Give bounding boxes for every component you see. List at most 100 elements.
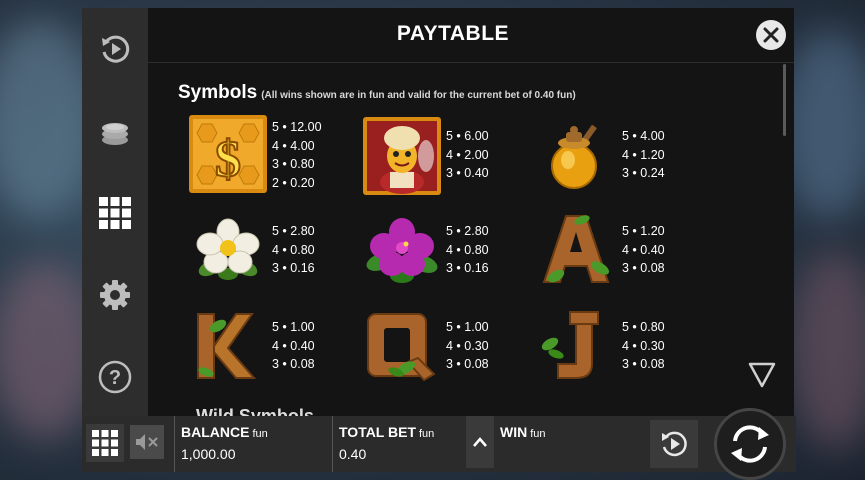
pays-letter-a: 5 • 1.20 4 • 0.40 3 • 0.08 [622, 222, 665, 278]
close-button[interactable] [756, 20, 786, 50]
replay-icon [102, 35, 130, 63]
letter-k-icon [197, 313, 257, 379]
paytable-button[interactable] [96, 194, 134, 232]
bet-settings-button[interactable] [96, 112, 134, 150]
pay-line: 4 • 0.30 [622, 338, 665, 353]
section-title: Symbols (All wins shown are in fun and va… [178, 82, 576, 104]
scroll-down-button[interactable] [748, 362, 776, 393]
pay-line: 4 • 4.00 [272, 138, 315, 153]
letter-a-icon [542, 215, 610, 283]
letter-q-icon [367, 313, 436, 382]
svg-text:$: $ [215, 131, 241, 188]
symbol-letter-q [362, 308, 442, 388]
sidebar: ? [82, 8, 148, 416]
mute-button[interactable] [130, 425, 164, 459]
pays-dollar: 5 • 12.00 4 • 4.00 3 • 0.80 2 • 0.20 [272, 118, 322, 192]
win-label: WIN fun [500, 424, 546, 440]
pay-line: 5 • 1.00 [272, 320, 315, 334]
panel-header: PAYTABLE [148, 8, 794, 63]
autoplay-icon [662, 431, 687, 457]
symbol-white-flower [188, 212, 268, 292]
coins-icon [102, 123, 128, 145]
pay-line: 4 • 0.30 [446, 338, 489, 353]
pay-line: 3 • 0.24 [622, 166, 665, 180]
pay-line: 4 • 0.80 [272, 242, 315, 257]
symbol-purple-flower [362, 212, 442, 292]
win-unit: fun [530, 428, 546, 440]
dollar-icon: $ [189, 115, 267, 193]
pay-line: 3 • 0.16 [272, 261, 315, 275]
svg-text:?: ? [109, 367, 121, 389]
pays-letter-q: 5 • 1.00 4 • 0.30 3 • 0.08 [446, 318, 489, 374]
pay-line: 4 • 0.80 [446, 242, 489, 257]
queen-bee-icon [363, 117, 441, 195]
pay-line: 5 • 4.00 [622, 129, 665, 143]
pay-line: 5 • 12.00 [272, 120, 322, 134]
total-bet-value: 0.40 [339, 446, 367, 462]
pay-line: 3 • 0.08 [622, 357, 665, 371]
balance-label-text: BALANCE [181, 424, 250, 440]
balance-unit: fun [252, 428, 268, 440]
spin-icon [731, 425, 769, 463]
wild-section-title: Wild Symbols [196, 406, 314, 416]
help-button[interactable]: ? [96, 358, 134, 396]
background-decor [790, 250, 865, 450]
symbol-queen-bee [362, 116, 442, 196]
scrollbar[interactable] [783, 64, 786, 136]
white-flower-icon [196, 218, 260, 280]
replay-button[interactable] [96, 30, 134, 68]
pay-line: 4 • 2.00 [446, 147, 489, 162]
pay-line: 5 • 2.80 [272, 224, 315, 238]
panel-title: PAYTABLE [396, 22, 510, 45]
pay-line: 5 • 0.80 [622, 320, 665, 334]
bet-up-button[interactable] [466, 416, 494, 468]
gear-icon [100, 280, 130, 310]
balance-label: BALANCE fun [181, 424, 268, 440]
letter-j-icon [541, 311, 599, 379]
pay-line: 3 • 0.08 [272, 357, 315, 371]
symbol-dollar: $ [188, 114, 268, 194]
pays-white-flower: 5 • 2.80 4 • 0.80 3 • 0.16 [272, 222, 315, 278]
pay-line: 3 • 0.80 [272, 157, 315, 171]
pay-line: 4 • 0.40 [272, 338, 315, 353]
pays-letter-k: 5 • 1.00 4 • 0.40 3 • 0.08 [272, 318, 315, 374]
autoplay-button[interactable] [650, 420, 698, 468]
total-bet-unit: fun [419, 428, 435, 440]
speaker-muted-icon [136, 434, 158, 450]
close-icon [763, 27, 779, 43]
pay-line: 3 • 0.08 [446, 357, 489, 371]
pays-letter-j: 5 • 0.80 4 • 0.30 3 • 0.08 [622, 318, 665, 374]
pays-purple-flower: 5 • 2.80 4 • 0.80 3 • 0.16 [446, 222, 489, 278]
pay-line: 5 • 1.20 [622, 224, 665, 238]
settings-button[interactable] [96, 276, 134, 314]
pay-line: 4 • 0.40 [622, 242, 665, 257]
paytable-panel: PAYTABLE Symbols (All wins shown are in f… [148, 8, 794, 416]
symbol-honey-pot [536, 116, 616, 196]
pay-line: 3 • 0.40 [446, 166, 489, 180]
menu-button[interactable] [86, 424, 124, 462]
symbol-letter-k [188, 308, 268, 388]
spin-button[interactable] [714, 408, 786, 480]
purple-flower-icon [366, 218, 438, 283]
symbol-letter-a [536, 210, 616, 290]
pay-line: 3 • 0.16 [446, 261, 489, 275]
help-icon: ? [98, 360, 132, 394]
total-bet-label-text: TOTAL BET [339, 424, 416, 440]
pays-queen-bee: 5 • 6.00 4 • 2.00 3 • 0.40 [446, 127, 489, 183]
pay-line: 2 • 0.20 [272, 175, 315, 190]
grid-icon [99, 197, 131, 229]
section-title-text: Symbols [178, 82, 258, 103]
honey-pot-icon [551, 124, 597, 189]
pay-line: 4 • 1.20 [622, 147, 665, 162]
grid-icon [92, 430, 118, 456]
total-bet-meter: TOTAL BET fun 0.40 [332, 416, 465, 472]
chevron-up-icon [473, 437, 487, 447]
pay-line: 5 • 6.00 [446, 129, 489, 143]
pay-line: 5 • 2.80 [446, 224, 489, 238]
section-note: (All wins shown are in fun and valid for… [261, 90, 576, 101]
bottom-bar: BALANCE fun 1,000.00 TOTAL BET fun 0.40 WI… [82, 408, 796, 480]
pay-line: 3 • 0.08 [622, 261, 665, 275]
pay-line: 5 • 1.00 [446, 320, 489, 334]
symbol-letter-j [536, 308, 616, 388]
balance-value: 1,000.00 [181, 446, 236, 462]
